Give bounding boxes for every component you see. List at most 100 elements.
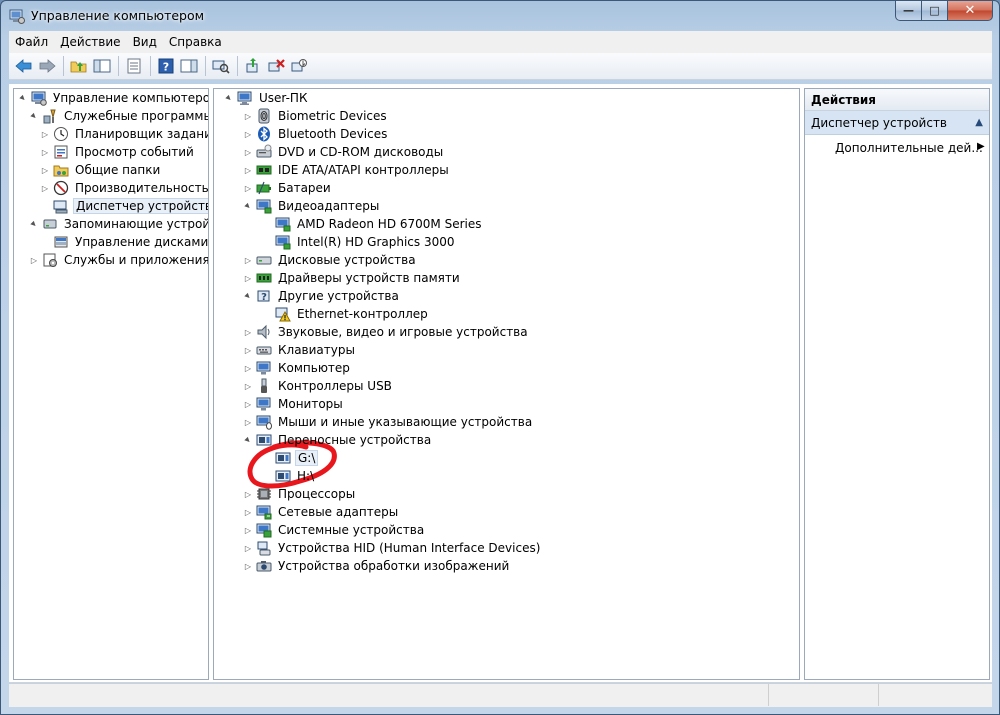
- expand-arrow-icon[interactable]: ▷: [38, 130, 52, 139]
- computer-management-window: Управление компьютером — □ ✕ Файл Действ…: [0, 0, 1000, 715]
- tree-item-label: Bluetooth Devices: [278, 127, 388, 141]
- device-tree-item[interactable]: ▷ Компьютер: [241, 359, 352, 377]
- mouse-icon: [255, 414, 273, 430]
- export-list-icon[interactable]: [123, 55, 145, 77]
- device-tree-item[interactable]: ▷ Мыши и иные указывающие устройства: [241, 413, 534, 431]
- title-bar[interactable]: Управление компьютером — □ ✕: [1, 1, 999, 31]
- expand-arrow-icon[interactable]: ▷: [241, 346, 255, 355]
- device-tree-item[interactable]: ▷ Дисковые устройства: [241, 251, 418, 269]
- expand-arrow-icon[interactable]: ▷: [241, 400, 255, 409]
- collapse-arrow-icon[interactable]: ▲: [27, 217, 40, 230]
- device-tree-item[interactable]: ▷ Батареи: [241, 179, 333, 197]
- console-tree-item[interactable]: ▷ Планировщик заданий: [38, 125, 208, 143]
- console-tree-item[interactable]: ▲ Управление компьютером (л: [16, 89, 208, 107]
- expand-arrow-icon[interactable]: ▷: [241, 418, 255, 427]
- console-tree-item[interactable]: ▲ Служебные программы: [27, 107, 208, 125]
- clock-icon: [52, 126, 70, 142]
- device-tree-item[interactable]: ▷ Мониторы: [241, 395, 345, 413]
- expand-arrow-icon[interactable]: ▷: [241, 166, 255, 175]
- device-tree-item[interactable]: ▷ IDE ATA/ATAPI контроллеры: [241, 161, 451, 179]
- device-tree-item[interactable]: ▷ Процессоры: [241, 485, 357, 503]
- disable-device-icon[interactable]: [288, 55, 310, 77]
- menu-view[interactable]: Вид: [127, 35, 163, 49]
- expand-arrow-icon[interactable]: ▷: [38, 184, 52, 193]
- update-driver-icon[interactable]: [242, 55, 264, 77]
- expand-arrow-icon[interactable]: ▷: [241, 274, 255, 283]
- expand-arrow-icon[interactable]: ▷: [241, 562, 255, 571]
- device-tree-item[interactable]: ▲ Видеоадаптеры: [241, 197, 381, 215]
- menu-action[interactable]: Действие: [54, 35, 126, 49]
- device-tree-item[interactable]: ▷ Звуковые, видео и игровые устройства: [241, 323, 530, 341]
- console-tree-item[interactable]: ▷ Просмотр событий: [38, 143, 196, 161]
- device-tree-item[interactable]: ▲ Переносные устройства: [241, 431, 433, 449]
- collapse-arrow-icon[interactable]: ▲: [222, 91, 235, 104]
- console-tree-item[interactable]: ▷ Производительность: [38, 179, 208, 197]
- device-tree-item[interactable]: ▷ Сетевые адаптеры: [241, 503, 400, 521]
- minimize-button[interactable]: —: [895, 1, 922, 21]
- collapse-arrow-icon[interactable]: ▲: [241, 433, 254, 446]
- help-icon[interactable]: ?: [155, 55, 177, 77]
- expand-arrow-icon[interactable]: ▷: [38, 166, 52, 175]
- device-tree-item[interactable]: ▷ Bluetooth Devices: [241, 125, 389, 143]
- collapse-arrow-icon[interactable]: ▲: [241, 199, 254, 212]
- device-tree-item[interactable]: H:\: [260, 467, 316, 485]
- collapse-arrow-icon[interactable]: ▲: [27, 109, 40, 122]
- actions-section-device-manager[interactable]: Диспетчер устройств ▲: [805, 111, 989, 135]
- device-tree-item[interactable]: ▷ Устройства HID (Human Interface Devices…: [241, 539, 542, 557]
- collapse-arrow-icon[interactable]: ▲: [16, 91, 29, 104]
- console-tree-item[interactable]: Управление дисками: [38, 233, 208, 251]
- more-actions-item[interactable]: Дополнительные дей... ▶: [835, 141, 985, 155]
- expand-arrow-icon[interactable]: ▷: [241, 148, 255, 157]
- console-tree-item[interactable]: ▷ Службы и приложения: [27, 251, 208, 269]
- menu-help[interactable]: Справка: [163, 35, 228, 49]
- console-tree-item[interactable]: ▲ Запоминающие устройст: [27, 215, 208, 233]
- expand-arrow-icon[interactable]: ▷: [241, 364, 255, 373]
- forward-arrow-icon[interactable]: [36, 55, 58, 77]
- show-hide-tree-icon[interactable]: [91, 55, 113, 77]
- show-hide-action-pane-icon[interactable]: [178, 55, 200, 77]
- close-button[interactable]: ✕: [948, 1, 993, 21]
- expand-arrow-icon[interactable]: ▷: [241, 382, 255, 391]
- toolbar-separator: [237, 56, 238, 76]
- console-tree-item[interactable]: ▷ Общие папки: [38, 161, 162, 179]
- uninstall-device-icon[interactable]: [265, 55, 287, 77]
- device-tree-item[interactable]: ▷ Системные устройства: [241, 521, 426, 539]
- device-tree-item[interactable]: Intel(R) HD Graphics 3000: [260, 233, 457, 251]
- expand-arrow-icon[interactable]: ▷: [241, 544, 255, 553]
- maximize-button[interactable]: □: [922, 1, 948, 21]
- expand-arrow-icon[interactable]: ▷: [241, 490, 255, 499]
- expand-arrow-icon[interactable]: ▷: [241, 328, 255, 337]
- collapse-arrow-icon[interactable]: ▲: [241, 289, 254, 302]
- other-devices-icon: ?: [255, 288, 273, 304]
- device-tree-item[interactable]: AMD Radeon HD 6700M Series: [260, 215, 484, 233]
- device-tree-item[interactable]: ▲? Другие устройства: [241, 287, 401, 305]
- device-tree-item[interactable]: ▷ DVD и CD-ROM дисководы: [241, 143, 445, 161]
- usb-icon: [255, 378, 273, 394]
- up-folder-icon[interactable]: [68, 55, 90, 77]
- expand-arrow-icon[interactable]: ▷: [241, 526, 255, 535]
- expand-arrow-icon[interactable]: ▷: [241, 130, 255, 139]
- expand-arrow-icon[interactable]: ▷: [38, 148, 52, 157]
- menu-file[interactable]: Файл: [9, 35, 54, 49]
- expand-arrow-icon[interactable]: ▷: [241, 256, 255, 265]
- device-tree-item[interactable]: Ethernet-контроллер: [260, 305, 430, 323]
- expand-arrow-icon[interactable]: ▷: [241, 112, 255, 121]
- device-tree-item[interactable]: G:\: [260, 449, 319, 467]
- console-tree-pane[interactable]: ▲ Управление компьютером (л ▲ Служебные про…: [13, 88, 209, 680]
- scan-hardware-icon[interactable]: [210, 55, 232, 77]
- expand-arrow-icon[interactable]: ▷: [241, 184, 255, 193]
- imaging-device-icon: [255, 558, 273, 574]
- device-tree-item[interactable]: ▷ Устройства обработки изображений: [241, 557, 511, 575]
- device-tree-item[interactable]: ▷ Biometric Devices: [241, 107, 389, 125]
- monitor-icon: [255, 360, 273, 376]
- device-tree-item[interactable]: ▲ User-ПК: [222, 89, 309, 107]
- expand-arrow-icon[interactable]: ▷: [241, 508, 255, 517]
- back-arrow-icon[interactable]: [13, 55, 35, 77]
- device-tree-item[interactable]: ▷ Клавиатуры: [241, 341, 357, 359]
- device-tree-pane[interactable]: ▲ User-ПК ▷ Biometric Devices ▷ Bluetooth Dev…: [213, 88, 800, 680]
- console-tree-item[interactable]: Диспетчер устройств: [38, 197, 208, 215]
- device-tree-item[interactable]: ▷ Драйверы устройств памяти: [241, 269, 462, 287]
- collapse-section-icon[interactable]: ▲: [975, 117, 983, 128]
- device-tree-item[interactable]: ▷ Контроллеры USB: [241, 377, 394, 395]
- expand-arrow-icon[interactable]: ▷: [27, 256, 41, 265]
